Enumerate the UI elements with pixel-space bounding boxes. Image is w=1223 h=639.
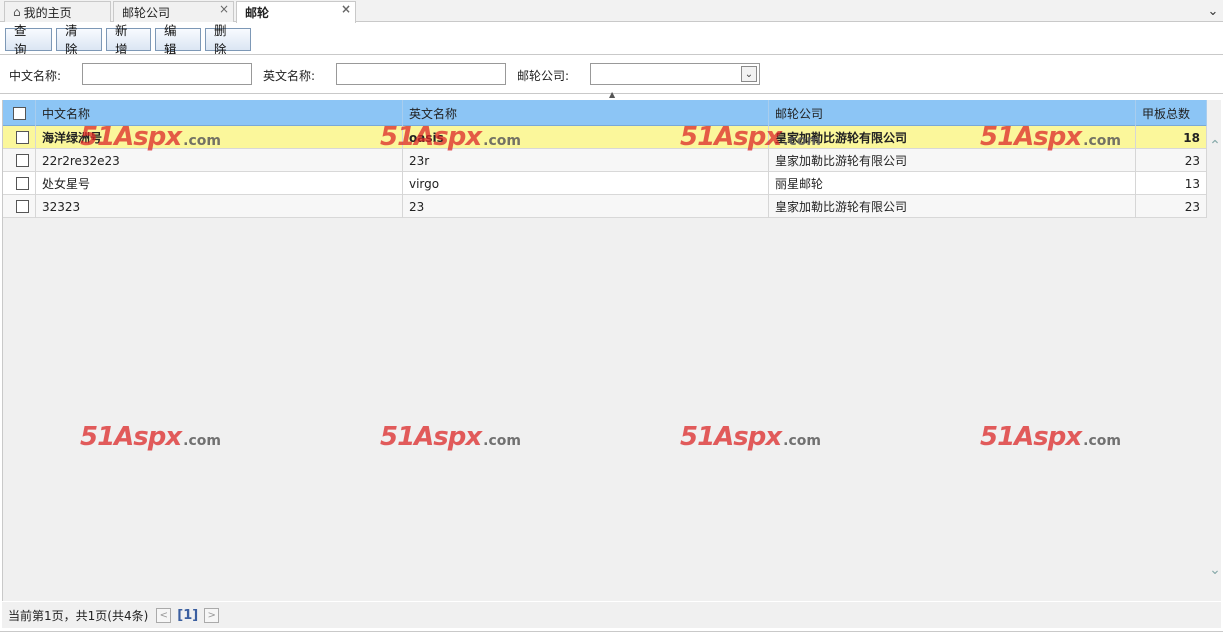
cell-cn-name: 海洋绿洲号 <box>36 126 403 149</box>
clear-button[interactable]: 清除 <box>56 23 102 57</box>
vertical-scrollbar[interactable]: ⌃ ⌄ <box>1208 126 1221 596</box>
data-grid: 中文名称 英文名称 邮轮公司 甲板总数 海洋绿洲号 oasis 皇家加勒比游轮有… <box>2 100 1221 601</box>
column-header[interactable]: 中文名称 <box>36 100 403 126</box>
divider <box>0 631 1223 632</box>
query-button[interactable]: 查询 <box>5 23 52 57</box>
column-header[interactable]: 甲板总数 <box>1136 100 1207 126</box>
column-header[interactable]: 邮轮公司 <box>769 100 1136 126</box>
cell-decks: 23 <box>1136 149 1207 172</box>
row-checkbox[interactable] <box>15 200 29 213</box>
row-checkbox[interactable] <box>15 177 29 190</box>
collapse-handle-icon[interactable]: ▲ <box>609 90 615 99</box>
row-checkbox-cell <box>3 195 36 218</box>
search-form: 中文名称: 英文名称: 邮轮公司: ⌄ <box>0 54 1223 94</box>
tab-label: 邮轮 <box>245 6 270 20</box>
row-checkbox-cell <box>3 126 36 149</box>
cell-cn-name: 22r2re32e23 <box>36 149 403 172</box>
cell-decks: 23 <box>1136 195 1207 218</box>
close-icon[interactable]: × <box>341 2 351 16</box>
table-row[interactable]: 32323 23 皇家加勒比游轮有限公司 23 <box>3 195 1207 218</box>
cn-name-label: 中文名称: <box>9 69 62 83</box>
tab-label: 邮轮公司 <box>122 5 171 20</box>
cell-en-name: 23r <box>403 149 769 172</box>
chevron-down-icon[interactable]: ⌄ <box>1206 3 1220 19</box>
company-label: 邮轮公司: <box>517 69 570 83</box>
cell-company: 皇家加勒比游轮有限公司 <box>769 195 1136 218</box>
chevron-down-icon[interactable]: ⌄ <box>741 66 757 82</box>
cell-en-name: virgo <box>403 172 769 195</box>
cell-en-name: oasis <box>403 126 769 149</box>
pager: 当前第1页，共1页(共4条) < [1] > <box>2 602 1221 628</box>
current-page[interactable]: [1] <box>177 608 198 623</box>
row-checkbox[interactable] <box>15 131 29 144</box>
edit-button[interactable]: 编辑 <box>155 23 201 57</box>
cell-decks: 18 <box>1136 126 1207 149</box>
chevron-up-icon[interactable]: ⌃ <box>1208 138 1221 154</box>
tab-label: 我的主页 <box>23 5 72 20</box>
row-checkbox-cell <box>3 172 36 195</box>
cell-decks: 13 <box>1136 172 1207 195</box>
table-row[interactable]: 海洋绿洲号 oasis 皇家加勒比游轮有限公司 18 <box>3 126 1207 149</box>
row-checkbox[interactable] <box>15 154 29 167</box>
cell-company: 皇家加勒比游轮有限公司 <box>769 149 1136 172</box>
next-page-icon[interactable]: > <box>204 607 220 623</box>
prev-page-icon[interactable]: < <box>156 607 172 623</box>
cell-en-name: 23 <box>403 195 769 218</box>
tab-home[interactable]: ⌂ 我的主页 <box>4 1 111 22</box>
row-checkbox-cell <box>3 149 36 172</box>
en-name-label: 英文名称: <box>263 69 316 83</box>
add-button[interactable]: 新增 <box>106 23 151 57</box>
grid-header: 中文名称 英文名称 邮轮公司 甲板总数 <box>3 100 1207 126</box>
table-row[interactable]: 22r2re32e23 23r 皇家加勒比游轮有限公司 23 <box>3 149 1207 172</box>
table-row[interactable]: 处女星号 virgo 丽星邮轮 13 <box>3 172 1207 195</box>
header-checkbox-cell <box>3 100 36 126</box>
toolbar: 查询 清除 新增 编辑 删除 <box>0 23 1223 57</box>
cell-company: 皇家加勒比游轮有限公司 <box>769 126 1136 149</box>
company-select[interactable]: ⌄ <box>590 63 760 85</box>
tab-cruise-company[interactable]: 邮轮公司 × <box>113 1 234 22</box>
home-icon: ⌂ <box>13 5 21 19</box>
cell-cn-name: 32323 <box>36 195 403 218</box>
column-header[interactable]: 英文名称 <box>403 100 769 126</box>
en-name-input[interactable] <box>336 63 506 85</box>
chevron-down-icon[interactable]: ⌄ <box>1208 562 1221 578</box>
cn-name-input[interactable] <box>82 63 252 85</box>
cell-company: 丽星邮轮 <box>769 172 1136 195</box>
pager-summary: 当前第1页，共1页(共4条) <box>8 608 149 623</box>
tab-cruise[interactable]: 邮轮 × <box>236 1 356 23</box>
delete-button[interactable]: 删除 <box>205 23 251 57</box>
close-icon[interactable]: × <box>219 2 229 16</box>
select-all-checkbox[interactable] <box>12 106 26 120</box>
cell-cn-name: 处女星号 <box>36 172 403 195</box>
tab-bar: ⌂ 我的主页 邮轮公司 × 邮轮 × ⌄ <box>0 0 1223 23</box>
